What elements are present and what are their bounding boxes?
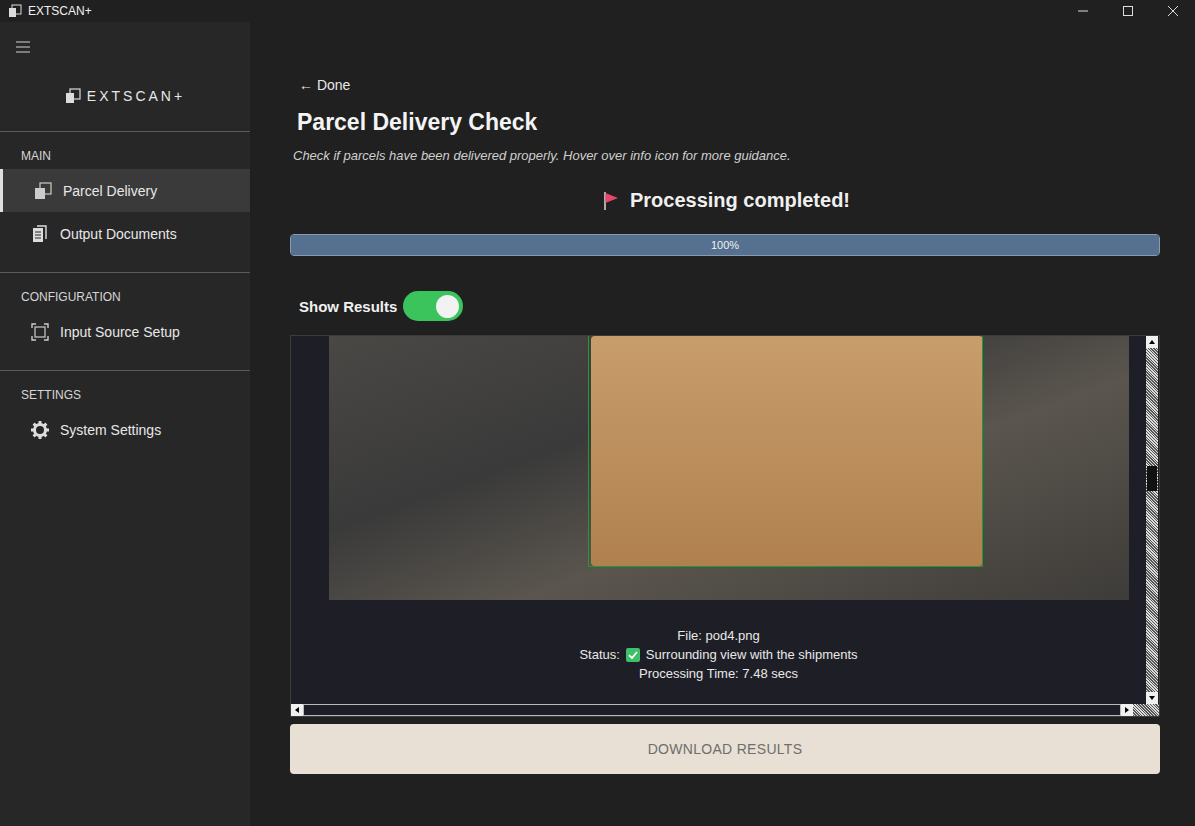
section-title: SETTINGS (0, 371, 250, 408)
sidebar-item[interactable]: System Settings (0, 408, 250, 451)
sidebar-item[interactable]: Input Source Setup (0, 310, 250, 353)
sidebar-divider (0, 131, 250, 132)
logo-icon (65, 88, 81, 104)
scroll-left-icon (295, 707, 299, 713)
documents-icon (30, 224, 50, 244)
processing-time: Processing Time: 7.48 secs (639, 666, 798, 682)
result-info: File: pod4.png Status:Surrounding view wi… (291, 628, 1146, 682)
minimize-button[interactable] (1060, 0, 1105, 22)
scroll-up-icon (1149, 340, 1155, 344)
results-panel: File: pod4.png Status:Surrounding view wi… (290, 335, 1160, 717)
title-bar: EXTSCAN+ (0, 0, 1195, 22)
app-window: EXTSCAN+ EXTSCAN+ MAINParcel DeliveryOutpu… (0, 0, 1195, 826)
sidebar-item[interactable]: Output Documents (0, 212, 250, 255)
done-link[interactable]: ← Done (299, 77, 1160, 93)
result-card: File: pod4.png Status:Surrounding view wi… (291, 336, 1146, 704)
main-content: ← Done Parcel Delivery Check Check if parc… (250, 22, 1195, 826)
detection-box (588, 336, 983, 567)
close-icon (1167, 5, 1179, 17)
download-results-button[interactable]: DOWNLOAD RESULTS (290, 724, 1160, 774)
toggle-label: Show Results (299, 298, 397, 315)
sidebar-item[interactable]: Parcel Delivery (0, 169, 250, 212)
file-name: File: pod4.png (677, 628, 759, 644)
section-title: MAIN (0, 132, 250, 169)
sidebar-divider (0, 370, 250, 371)
scroll-down-icon (1149, 696, 1155, 700)
progress-bar: 100% (290, 234, 1160, 256)
show-results-toggle[interactable] (403, 291, 463, 321)
maximize-button[interactable] (1105, 0, 1150, 22)
result-status: Status:Surrounding view with the shipmen… (579, 647, 857, 663)
flag-icon (600, 190, 622, 212)
sidebar-logo: EXTSCAN+ (0, 78, 250, 114)
parcel-shape (591, 336, 983, 566)
scan-frame-icon (30, 322, 50, 342)
vertical-scrollbar[interactable] (1146, 336, 1158, 704)
gear-icon (30, 420, 50, 440)
scroll-right-icon (1125, 707, 1129, 713)
close-button[interactable] (1150, 0, 1195, 22)
sidebar: EXTSCAN+ MAINParcel DeliveryOutput Docume… (0, 22, 250, 826)
window-title: EXTSCAN+ (28, 4, 92, 18)
section-title: CONFIGURATION (0, 273, 250, 310)
menu-button[interactable] (0, 22, 250, 60)
scroll-thumb[interactable] (1147, 466, 1157, 491)
show-results-row: Show Results (299, 291, 1160, 321)
sidebar-divider (0, 272, 250, 273)
horizontal-scrollbar[interactable] (291, 704, 1159, 716)
result-photo (329, 336, 1129, 600)
page-title: Parcel Delivery Check (297, 109, 1160, 136)
app-logo-icon (8, 4, 22, 18)
hamburger-icon (15, 40, 31, 54)
processing-status: Processing completed! (290, 189, 1160, 212)
parcel-icon (33, 181, 53, 201)
page-subtitle: Check if parcels have been delivered pro… (293, 148, 1160, 163)
check-icon (626, 648, 640, 662)
minimize-icon (1077, 5, 1089, 17)
maximize-icon (1122, 5, 1134, 17)
toggle-knob (436, 295, 459, 318)
